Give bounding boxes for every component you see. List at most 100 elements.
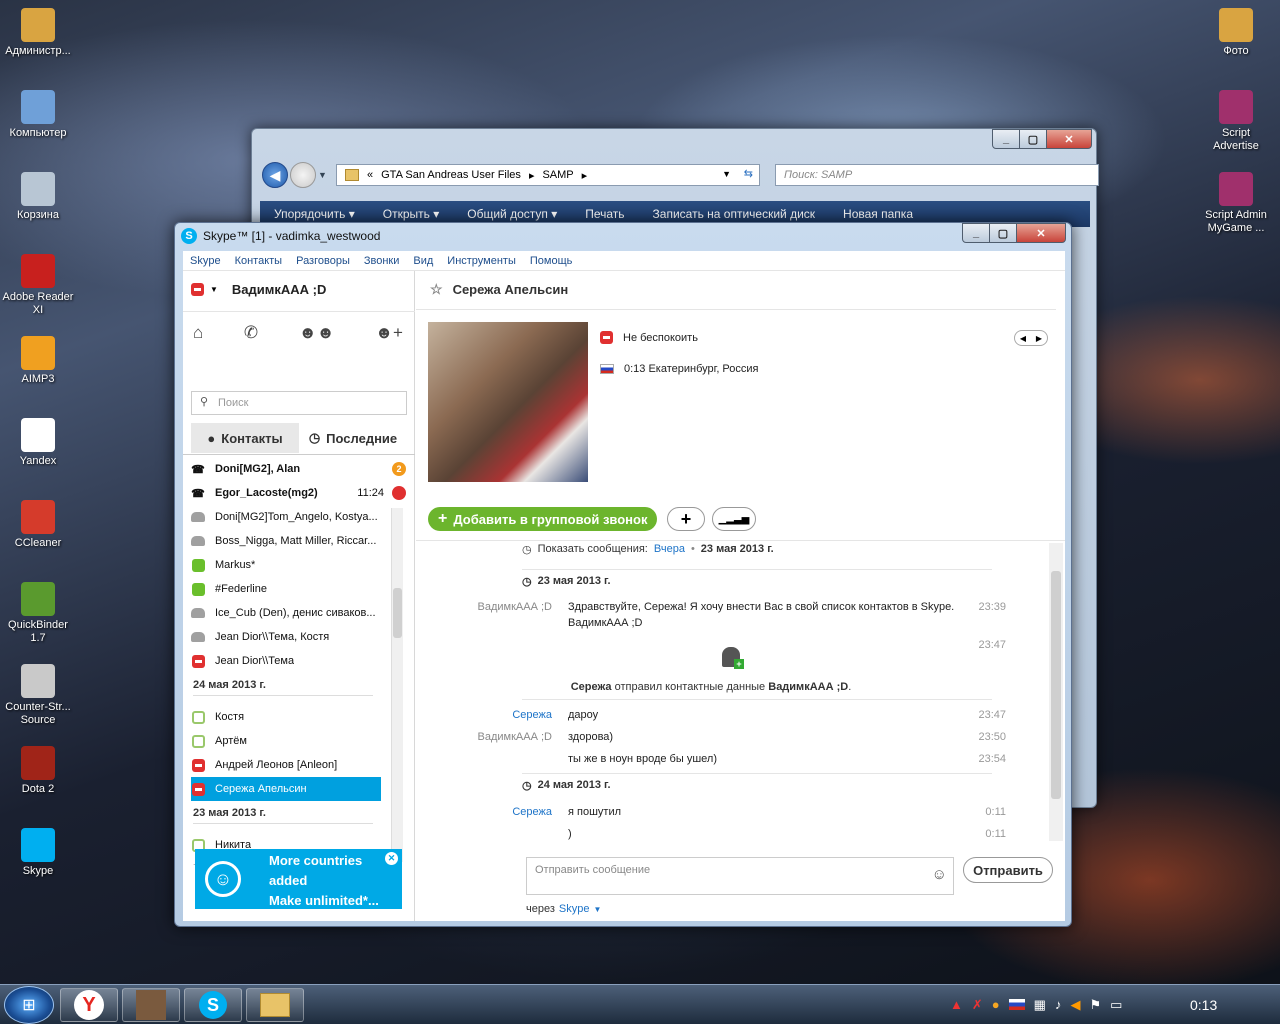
action-center-tray-icon[interactable]: ⚑ <box>1089 997 1101 1013</box>
contact-item[interactable]: Jean Dior\\Тема <box>191 649 381 673</box>
menu-item[interactable]: Помощь <box>523 255 580 267</box>
contact-item[interactable]: Markus* <box>191 553 381 577</box>
taskbar-yandex-button[interactable]: Y <box>60 988 118 1022</box>
favorite-star-icon[interactable]: ☆ <box>430 281 443 298</box>
desktop-icon-ccleaner[interactable]: CCleaner <box>0 500 76 550</box>
start-button[interactable]: ⊞ <box>4 986 54 1024</box>
display-tray-icon[interactable]: ▭ <box>1110 997 1122 1013</box>
emoticon-icon[interactable]: ☺ <box>932 866 947 883</box>
status-dropdown-icon[interactable]: ▼ <box>210 285 218 294</box>
desktop-icon-photo-folder-0[interactable]: Фото <box>1198 8 1274 58</box>
refresh-icon[interactable]: ⇆ <box>744 167 753 180</box>
profile-header[interactable]: ▼ ВадимкААА ;D <box>191 279 326 299</box>
explorer-toolbar-item[interactable]: Печать <box>571 207 638 221</box>
desktop-icon-recycle-bin[interactable]: Корзина <box>0 172 76 222</box>
desktop-icon-dota2[interactable]: Dota 2 <box>0 746 76 796</box>
profile-pager[interactable]: ◀ ▶ <box>1014 330 1048 346</box>
forward-icon[interactable] <box>290 162 316 188</box>
volume-tray-icon[interactable]: ♪ <box>1055 997 1062 1013</box>
desktop-icon-counter-strike[interactable]: Counter-Str... Source <box>0 664 76 727</box>
menu-item[interactable]: Разговоры <box>289 255 357 267</box>
minimize-button[interactable]: _ <box>992 129 1020 149</box>
group-icon[interactable]: ☻☻ <box>299 323 335 343</box>
adobe-tray-icon[interactable]: ▲ <box>950 997 963 1013</box>
explorer-toolbar-item[interactable]: Общий доступ ▾ <box>453 207 571 221</box>
skype-minimize-button[interactable]: _ <box>962 223 990 243</box>
address-bar[interactable]: « GTA San Andreas User Files ▸ SAMP ▸ ▼ … <box>336 164 760 186</box>
history-dropdown-icon[interactable]: ▼ <box>318 170 327 180</box>
desktop-icon-computer[interactable]: Компьютер <box>0 90 76 140</box>
contact-item[interactable]: Артём <box>191 729 381 753</box>
explorer-toolbar-item[interactable]: Упорядочить ▾ <box>260 207 369 221</box>
message-sender[interactable]: ВадимкААА ;D <box>416 601 552 613</box>
contact-item[interactable]: Костя <box>191 705 381 729</box>
via-dropdown-icon[interactable]: ▼ <box>593 905 601 915</box>
maximize-button[interactable]: ▢ <box>1019 129 1047 149</box>
message-sender[interactable]: Сережа <box>416 709 552 721</box>
chat-scrollbar[interactable] <box>1049 543 1063 841</box>
home-icon[interactable]: ⌂ <box>193 323 203 343</box>
next-icon[interactable]: ▶ <box>1036 334 1042 343</box>
explorer-toolbar-item[interactable]: Новая папка <box>829 207 927 221</box>
contact-item[interactable]: Сережа Апельсин <box>191 777 381 801</box>
desktop-icon-script-file-1[interactable]: Script Advertise <box>1198 90 1274 153</box>
tab-contacts[interactable]: ● Контакты <box>191 423 299 453</box>
menu-item[interactable]: Контакты <box>228 255 290 267</box>
contact-item[interactable]: Ice_Cub (Den), денис сиваков... <box>191 601 381 625</box>
menu-item[interactable]: Skype <box>183 255 228 267</box>
breadcrumb-gta[interactable]: GTA San Andreas User Files <box>381 169 521 185</box>
breadcrumb-samp[interactable]: SAMP <box>542 169 573 185</box>
show-yesterday-link[interactable]: Вчера <box>654 543 685 556</box>
message-sender[interactable]: Сережа <box>416 806 552 818</box>
taskbar-samp-button[interactable] <box>122 988 180 1022</box>
contact-item[interactable]: #Federline <box>191 577 381 601</box>
show-date-link[interactable]: 23 мая 2013 г. <box>701 543 774 556</box>
desktop-icon-user-folder[interactable]: Администр... <box>0 8 76 58</box>
desktop-icon-aimp[interactable]: AIMP3 <box>0 336 76 386</box>
taskbar-skype-button[interactable]: S <box>184 988 242 1022</box>
skype-close-button[interactable]: ✕ <box>1016 223 1066 243</box>
language-tray-icon[interactable] <box>1008 999 1025 1010</box>
network-tray-icon[interactable]: ▦ <box>1034 997 1046 1013</box>
recent-conversation[interactable]: ☎ Doni[MG2], Alan 2 <box>191 457 406 481</box>
menu-item[interactable]: Вид <box>406 255 440 267</box>
contact-scrollbar[interactable] <box>391 508 403 862</box>
hangup-icon[interactable] <box>392 486 406 500</box>
contact-item[interactable]: Jean Dior\\Тема, Костя <box>191 625 381 649</box>
explorer-toolbar-item[interactable]: Открыть ▾ <box>369 207 453 221</box>
desktop-icon-yandex-browser[interactable]: Yandex <box>0 418 76 468</box>
call-icon[interactable]: ✆ <box>244 323 258 343</box>
desktop-icon-script-file-2[interactable]: Script Admin MyGame ... <box>1198 172 1274 235</box>
desktop-icon-adobe-reader[interactable]: Adobe Reader XI <box>0 254 76 317</box>
skype-maximize-button[interactable]: ▢ <box>989 223 1017 243</box>
taskbar-explorer-button[interactable] <box>246 988 304 1022</box>
desktop-icon-skype[interactable]: Skype <box>0 828 76 878</box>
back-icon[interactable]: ◀ <box>262 162 288 188</box>
clock[interactable]: 0:13 <box>1190 997 1217 1013</box>
close-button[interactable]: ✕ <box>1046 129 1092 149</box>
recent-conversation[interactable]: ☎ Egor_Lacoste(mg2) 11:24 <box>191 481 406 505</box>
desktop-icon-quickbinder[interactable]: QuickBinder 1.7 <box>0 582 76 645</box>
security-tray-icon[interactable]: ✗ <box>972 997 983 1013</box>
contact-item[interactable]: Boss_Nigga, Matt Miller, Riccar... <box>191 529 381 553</box>
contact-item[interactable]: Андрей Леонов [Anleon] <box>191 753 381 777</box>
menu-item[interactable]: Инструменты <box>440 255 523 267</box>
prev-icon[interactable]: ◀ <box>1020 334 1026 343</box>
explorer-search-input[interactable]: Поиск: SAMP <box>775 164 1099 186</box>
notification-tray-icon[interactable]: ● <box>992 997 1000 1013</box>
via-skype-link[interactable]: Skype <box>559 903 590 915</box>
explorer-toolbar-item[interactable]: Записать на оптический диск <box>639 207 830 221</box>
contact-search-input[interactable]: ⚲ Поиск <box>191 391 407 415</box>
add-contact-icon[interactable]: ☻+ <box>375 323 403 343</box>
address-dropdown-icon[interactable]: ▼ <box>722 169 731 179</box>
message-input[interactable]: Отправить сообщение ☺ <box>526 857 954 895</box>
contact-item[interactable]: Doni[MG2]Tom_Angelo, Kostya... <box>191 505 381 529</box>
tab-recent[interactable]: ◷ Последние <box>299 423 407 453</box>
add-button[interactable]: + <box>667 507 705 531</box>
ad-banner[interactable]: ☺ More countries added Make unlimited*..… <box>195 849 402 909</box>
speaker-tray-icon[interactable]: ◀ <box>1070 997 1080 1013</box>
message-sender[interactable]: ВадимкААА ;D <box>416 731 552 743</box>
send-button[interactable]: Отправить <box>963 857 1053 883</box>
menu-item[interactable]: Звонки <box>357 255 407 267</box>
call-quality-icon[interactable]: ▁▂▃▅ <box>712 507 756 531</box>
